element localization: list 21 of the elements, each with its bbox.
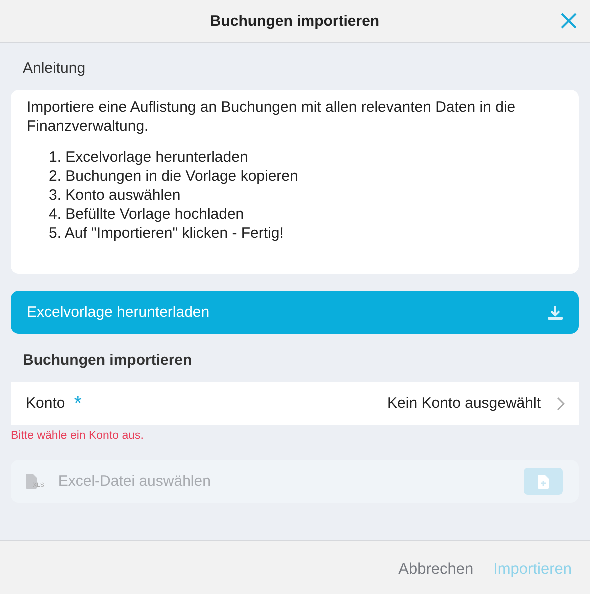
step-item: 5. Auf "Importieren" klicken - Fertig! xyxy=(49,224,284,243)
download-icon xyxy=(547,304,564,320)
step-item: 2. Buchungen in die Vorlage kopieren xyxy=(49,167,298,186)
step-item: 3. Konto auswählen xyxy=(49,186,181,205)
add-file-icon xyxy=(538,474,549,488)
intro-text: Importiere eine Auflistung an Buchungen mit allen relevanten Daten in die Finanzverwaltung. xyxy=(27,98,517,136)
dialog-title: Buchungen importieren xyxy=(210,12,380,30)
section-heading: Buchungen importieren xyxy=(23,352,192,369)
section-heading: Anleitung xyxy=(23,60,86,77)
required-mark: * xyxy=(74,393,82,416)
error-message: Bitte wähle ein Konto aus. xyxy=(11,430,144,442)
step-item: 1. Excelvorlage herunterladen xyxy=(49,148,248,167)
account-label: Konto xyxy=(26,395,66,412)
step-item: 4. Befüllte Vorlage hochladen xyxy=(49,205,244,224)
cancel-button[interactable]: Abbrechen xyxy=(396,556,476,582)
file-placeholder: Excel-Datei auswählen xyxy=(58,473,212,490)
account-selector[interactable]: Konto * Kein Konto ausgewählt xyxy=(11,382,579,425)
chevron-icon xyxy=(557,396,565,410)
close-icon[interactable] xyxy=(560,12,578,30)
account-value: Kein Konto ausgewählt xyxy=(388,395,541,412)
download-button[interactable]: Excelvorlage herunterladen xyxy=(11,291,579,334)
